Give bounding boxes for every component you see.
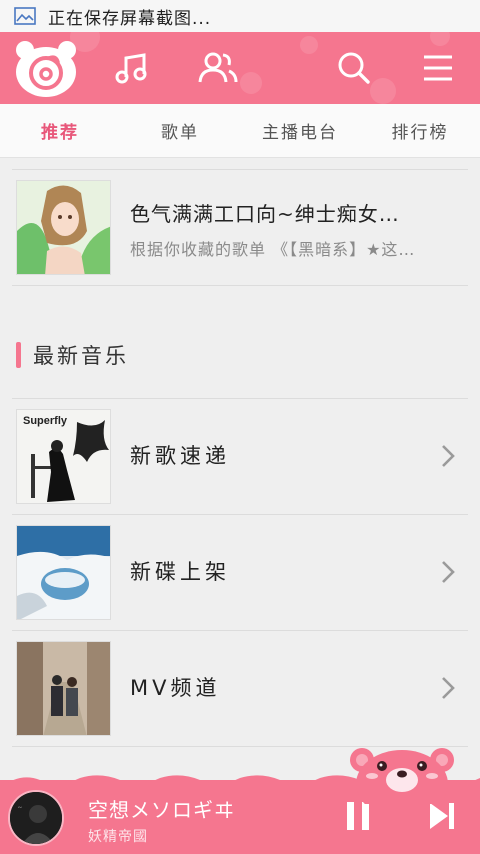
mv-channel-label: MV频道 bbox=[130, 676, 221, 700]
list-item-new-albums[interactable]: 新碟上架 bbox=[0, 514, 480, 630]
menu-button[interactable] bbox=[416, 46, 460, 90]
new-songs-label: 新歌速递 bbox=[130, 444, 230, 468]
friends-button[interactable] bbox=[196, 46, 240, 90]
screenshot-icon bbox=[14, 7, 36, 25]
content-scroll[interactable]: 色气满满工口向~绅士痴女… 根据你收藏的歌单 《【黑暗系】★这… 最新音乐 Su… bbox=[0, 158, 480, 780]
tab-charts[interactable]: 排行榜 bbox=[360, 104, 480, 157]
app-header bbox=[0, 32, 480, 104]
playlist-cover-image bbox=[16, 180, 111, 275]
playlist-title: 色气满满工口向~绅士痴女… bbox=[130, 202, 400, 226]
new-songs-cover-image: Superfly bbox=[16, 409, 111, 504]
search-button[interactable] bbox=[332, 46, 376, 90]
now-playing-title: 空想メソロギヰ bbox=[88, 798, 235, 822]
search-icon bbox=[338, 52, 370, 84]
section-header-new-music: 最新音乐 bbox=[16, 340, 129, 370]
category-tabs: 推荐 歌单 主播电台 排行榜 bbox=[0, 104, 480, 158]
svg-text:~: ~ bbox=[18, 804, 22, 812]
recommended-playlist-item[interactable]: 色气满满工口向~绅士痴女… 根据你收藏的歌单 《【黑暗系】★这… bbox=[0, 170, 480, 286]
tab-playlists[interactable]: 歌单 bbox=[120, 104, 240, 157]
music-note-icon bbox=[115, 53, 147, 84]
tab-recommend[interactable]: 推荐 bbox=[0, 104, 120, 157]
bear-mascot-icon bbox=[350, 748, 454, 804]
section-title: 最新音乐 bbox=[33, 344, 129, 368]
mv-channel-cover-image bbox=[16, 641, 111, 736]
music-tab-button[interactable] bbox=[110, 46, 154, 90]
status-text: 正在保存屏幕截图... bbox=[48, 8, 212, 29]
pause-button[interactable] bbox=[344, 800, 372, 832]
now-playing-cover[interactable]: ~ bbox=[8, 790, 64, 846]
new-albums-label: 新碟上架 bbox=[130, 560, 230, 584]
new-albums-cover-image bbox=[16, 525, 111, 620]
tab-radio[interactable]: 主播电台 bbox=[240, 104, 360, 157]
list-item-mv-channel[interactable]: MV频道 bbox=[0, 630, 480, 746]
list-item-new-songs[interactable]: Superfly 新歌速递 bbox=[0, 398, 480, 514]
divider bbox=[12, 285, 468, 286]
chevron-right-icon bbox=[442, 677, 455, 699]
now-playing-artist: 妖精帝國 bbox=[88, 829, 148, 845]
chevron-right-icon bbox=[442, 445, 455, 467]
status-bar: 正在保存屏幕截图... bbox=[0, 0, 480, 32]
app-logo-icon[interactable] bbox=[12, 38, 80, 98]
next-track-button[interactable] bbox=[428, 800, 456, 832]
section-accent-bar bbox=[16, 342, 21, 368]
cover-band-name: Superfly bbox=[23, 415, 68, 427]
menu-icon bbox=[424, 55, 452, 81]
friends-icon bbox=[198, 52, 238, 83]
playlist-subtitle: 根据你收藏的歌单 《【黑暗系】★这… bbox=[130, 240, 416, 259]
chevron-right-icon bbox=[442, 561, 455, 583]
